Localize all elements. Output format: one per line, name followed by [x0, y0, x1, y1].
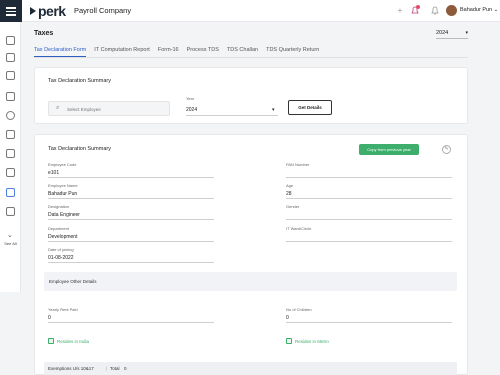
- sidebar-item-taxes-icon[interactable]: [6, 188, 15, 197]
- children-label: No of Children: [286, 307, 312, 312]
- chevron-down-icon: ⌄: [493, 7, 499, 13]
- employee-code-value: e101: [48, 170, 60, 176]
- field-underline: [286, 322, 452, 323]
- sidebar: ⌄ See All: [0, 22, 21, 292]
- resides-in-india-checkbox[interactable]: [48, 338, 54, 344]
- tab-tds-quarterly-return[interactable]: TDS Quarterly Return: [266, 45, 319, 57]
- bell-icon[interactable]: [430, 6, 440, 16]
- get-details-button[interactable]: Get Details: [288, 100, 332, 115]
- year-dropdown-value[interactable]: 2024: [186, 107, 197, 113]
- resides-in-india-label: Resides in India: [57, 339, 90, 344]
- summary-search-title: Tax Declaration Summary: [48, 78, 111, 84]
- sidebar-item-payroll-icon[interactable]: [6, 71, 15, 80]
- age-label: Age: [286, 183, 294, 188]
- employee-code-label: Employee Code: [48, 162, 77, 167]
- gender-label: Gender: [286, 204, 300, 209]
- tax-summary-title: Tax Declaration Summary: [48, 146, 111, 152]
- sidebar-item-employees-icon[interactable]: [6, 53, 15, 62]
- field-underline: [48, 241, 214, 242]
- date-of-joining-label: Date of joining: [48, 247, 74, 252]
- children-value[interactable]: 0: [286, 315, 289, 321]
- designation-value: Data Engineer: [48, 212, 80, 218]
- field-underline: [286, 177, 452, 178]
- add-icon[interactable]: +: [395, 6, 405, 16]
- tax-summary-card: [34, 134, 468, 375]
- date-of-joining-value: 01-08-2022: [48, 255, 74, 261]
- chevron-down-icon: ▾: [465, 30, 468, 36]
- pan-number-label: PAN Number: [286, 162, 310, 167]
- resides-in-metro-label: Resides in Metro: [295, 339, 329, 344]
- yearly-rent-value[interactable]: 0: [48, 315, 51, 321]
- top-bar: perk Payroll Company + Bahadur Pun ⌄: [0, 0, 500, 22]
- sidebar-item-clock-icon[interactable]: [6, 111, 15, 120]
- employee-name-value: Bahadur Pun: [48, 191, 78, 197]
- sidebar-item-history-icon[interactable]: [6, 149, 15, 158]
- copy-from-previous-year-button[interactable]: Copy from previous year: [359, 144, 419, 155]
- tab-divider: [34, 57, 468, 58]
- edit-icon[interactable]: ✎: [442, 145, 451, 154]
- sidebar-item-dashboard-icon[interactable]: [6, 36, 15, 45]
- tab-form-16[interactable]: Form-16: [158, 45, 179, 57]
- resides-in-metro-checkbox[interactable]: [286, 338, 292, 344]
- employee-search-box[interactable]: ⌕: [48, 101, 170, 116]
- department-value: Development: [48, 234, 78, 240]
- department-label: Department: [48, 226, 69, 231]
- year-select[interactable]: 2024 ▾: [436, 28, 468, 39]
- yearly-rent-label: Yearly Rent Paid: [48, 307, 78, 312]
- tab-it-computation-report[interactable]: IT Computation Report: [94, 45, 150, 57]
- exemptions-label: Exemptions U/s 10&17: [48, 366, 94, 371]
- field-underline: [286, 198, 452, 199]
- year-label: Year: [186, 96, 195, 101]
- employee-other-details-title: Employee Other Details: [49, 279, 97, 284]
- company-name: Payroll Company: [74, 6, 132, 15]
- exemptions-total-value: 0: [124, 366, 127, 371]
- logo[interactable]: perk: [28, 3, 66, 19]
- sidebar-item-holiday-icon[interactable]: [6, 130, 15, 139]
- age-value: 28: [286, 191, 292, 197]
- sidebar-item-analytics-icon[interactable]: [6, 207, 15, 216]
- employee-search-input[interactable]: [67, 105, 165, 114]
- chevron-down-icon[interactable]: ⌄: [7, 231, 13, 239]
- notification-badge: [416, 5, 420, 9]
- logo-text: perk: [38, 3, 66, 19]
- exemptions-total-label: Total: [110, 366, 120, 371]
- employee-name-label: Employee Name: [48, 183, 78, 188]
- user-name: Bahadur Pun: [460, 7, 493, 13]
- tab-tax-declaration-form[interactable]: Tax Declaration Form: [34, 45, 87, 57]
- divider: |: [106, 366, 108, 371]
- year-dropdown-underline: [186, 115, 278, 116]
- page-title: Taxes: [34, 30, 54, 37]
- field-underline: [286, 219, 452, 220]
- field-underline: [48, 198, 214, 199]
- user-menu[interactable]: Bahadur Pun ⌄: [460, 7, 498, 13]
- field-underline: [48, 322, 214, 323]
- tab-bar: Tax Declaration Form IT Computation Repo…: [34, 45, 327, 57]
- field-underline: [286, 241, 452, 242]
- field-underline: [48, 262, 214, 263]
- perk-logo-icon: [30, 7, 36, 15]
- field-underline: [48, 219, 214, 220]
- exemptions-header[interactable]: Exemptions U/s 10&17 | Total 0: [44, 362, 457, 375]
- avatar[interactable]: [446, 5, 457, 16]
- field-underline: [48, 177, 214, 178]
- sidebar-item-reports-icon[interactable]: [6, 92, 15, 101]
- year-select-value: 2024: [436, 30, 449, 36]
- see-all-link[interactable]: See All: [2, 241, 19, 246]
- chevron-down-icon[interactable]: ▾: [272, 107, 275, 113]
- employee-other-details-header: Employee Other Details: [44, 272, 457, 291]
- hamburger-menu-button[interactable]: [0, 0, 22, 22]
- designation-label: Designation: [48, 204, 70, 209]
- it-ward-label: IT Ward/Circle: [286, 226, 312, 231]
- search-icon: ⌕: [56, 105, 60, 111]
- sidebar-item-download-icon[interactable]: [6, 168, 15, 177]
- tab-process-tds[interactable]: Process TDS: [187, 45, 219, 57]
- tab-tds-challan[interactable]: TDS Challan: [227, 45, 258, 57]
